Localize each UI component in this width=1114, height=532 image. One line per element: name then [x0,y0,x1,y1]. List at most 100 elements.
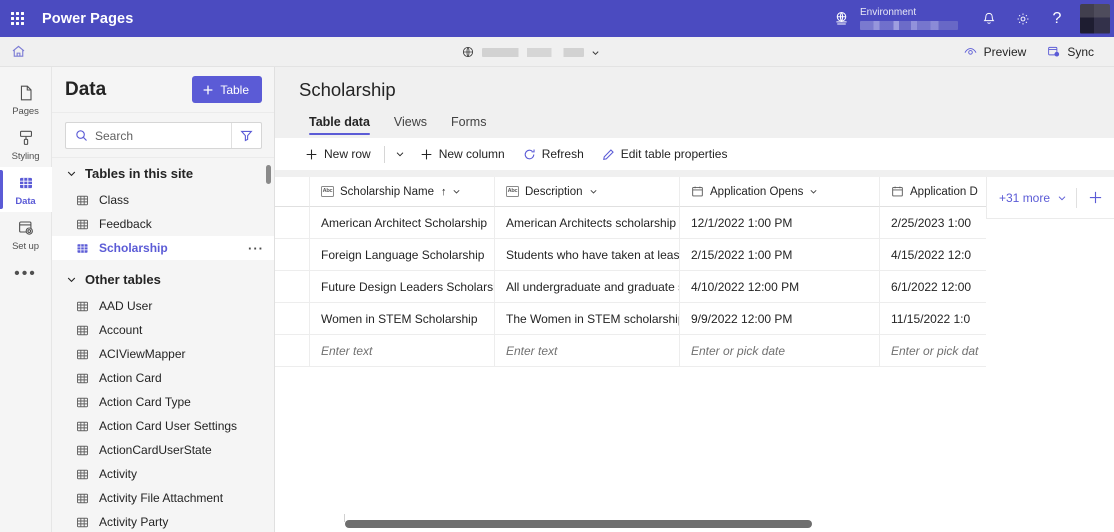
cell-application-opens[interactable]: 12/1/2022 1:00 PM [680,207,880,239]
command-separator [383,145,385,163]
cell-description[interactable]: Students who have taken at least ... [495,239,680,271]
table-item-label: Feedback [99,217,152,231]
table-item-label: Account [99,323,143,337]
cell-description[interactable]: The Women in STEM scholarship i... [495,303,680,335]
chevron-down-icon [396,152,404,157]
cell-application-opens[interactable]: 4/10/2022 12:00 PM [680,271,880,303]
table-icon [77,243,88,253]
add-column-button[interactable] [1077,177,1113,218]
preview-button[interactable]: Preview [955,40,1035,63]
preview-icon [964,48,977,55]
power-pages-app: Power Pages Environment ? Preview Sync P… [0,0,1114,532]
select-all-cell[interactable] [275,177,310,207]
table-item-activity-file-attachment[interactable]: Activity File Attachment [52,486,274,510]
new-row-dropdown-caret[interactable] [390,141,410,167]
rail-item-styling[interactable]: Styling [0,122,52,167]
rail-item-set-up[interactable]: Set up [0,212,52,257]
tables-list-scroll[interactable]: Tables in this site Class Feedback Schol… [52,158,274,532]
table-item-action-card-user-settings[interactable]: Action Card User Settings [52,414,274,438]
rail-item-data[interactable]: Data [0,167,52,212]
tables-list-scrollbar-thumb[interactable] [266,165,271,184]
home-icon[interactable] [0,37,36,67]
chevron-down-icon [590,189,597,194]
group-header-other-tables[interactable]: Other tables [52,260,274,294]
rail-item-pages[interactable]: Pages [0,77,52,122]
avatar[interactable] [1080,3,1110,34]
app-launcher-icon[interactable] [0,0,34,37]
group-header-tables-in-this-site[interactable]: Tables in this site [52,158,274,188]
environment-selector[interactable]: Environment [860,0,958,37]
horizontal-scrollbar[interactable] [275,514,1114,532]
row-select-cell[interactable] [275,207,310,239]
table-icon [77,493,88,503]
plus-icon [1089,191,1101,204]
table-item-action-card-type[interactable]: Action Card Type [52,390,274,414]
preview-label: Preview [983,44,1027,59]
tab-views[interactable]: Views [384,112,437,138]
tab-table-data[interactable]: Table data [299,112,380,138]
table-icon [77,373,88,383]
table-item-overflow-icon[interactable]: ··· [248,241,264,256]
app-brand-title[interactable]: Power Pages [42,11,133,27]
table-item-activity-party[interactable]: Activity Party [52,510,274,532]
search-input[interactable] [95,128,231,143]
help-icon[interactable]: ? [1040,0,1074,37]
settings-icon[interactable] [1006,0,1040,37]
table-item-aad-user[interactable]: AAD User [52,294,274,318]
table-item-label: Action Card [99,371,162,385]
cell-scholarship-name[interactable]: Foreign Language Scholarship [310,239,495,271]
new-row-opens-input[interactable]: Enter or pick date [680,335,880,367]
more-columns-button[interactable]: +31 more [987,177,1076,218]
globe-icon[interactable] [824,0,858,37]
group-title: Other tables [85,272,161,287]
page-title: Scholarship [299,79,396,100]
table-item-account[interactable]: Account [52,318,274,342]
overflow-columns-mask [986,219,1114,532]
cell-description[interactable]: All undergraduate and graduate s... [495,271,680,303]
column-header-application-opens[interactable]: Application Opens [680,177,880,207]
tab-forms[interactable]: Forms [441,112,496,138]
cell-description[interactable]: American Architects scholarship is... [495,207,680,239]
table-item-feedback[interactable]: Feedback [52,212,274,236]
column-header-scholarship-name[interactable]: Abc Scholarship Name ↑ [310,177,495,207]
new-row-description-input[interactable]: Enter text [495,335,680,367]
new-row-button[interactable]: New row [297,141,379,167]
cell-application-opens[interactable]: 9/9/2022 12:00 PM [680,303,880,335]
refresh-button[interactable]: Refresh [515,141,592,167]
cell-scholarship-name[interactable]: American Architect Scholarship [310,207,495,239]
row-select-cell[interactable] [275,271,310,303]
refresh-icon [524,148,535,159]
text-type-icon: Abc [321,186,334,197]
more-columns-panel: +31 more [986,177,1114,219]
rail-overflow-icon[interactable]: ••• [0,257,52,291]
table-item-action-card[interactable]: Action Card [52,366,274,390]
new-column-button[interactable]: New column [412,141,513,167]
row-select-cell[interactable] [275,303,310,335]
search-box[interactable] [65,122,262,149]
row-select-cell[interactable] [275,335,310,367]
column-header-description[interactable]: Abc Description [495,177,680,207]
row-select-cell[interactable] [275,239,310,271]
notifications-icon[interactable] [972,0,1006,37]
horizontal-scrollbar-thumb[interactable] [345,520,812,528]
table-item-class[interactable]: Class [52,188,274,212]
edit-table-properties-button[interactable]: Edit table properties [594,141,736,167]
filter-icon[interactable] [231,123,261,148]
table-item-scholarship[interactable]: Scholarship ··· [52,236,274,260]
cell-application-opens[interactable]: 2/15/2022 1:00 PM [680,239,880,271]
cell-scholarship-name[interactable]: Women in STEM Scholarship [310,303,495,335]
brush-icon [19,130,32,145]
main-header: Scholarship Table data Views Forms [275,67,1114,138]
left-rail: Pages Styling Data Set up ••• [0,67,52,532]
new-row-name-input[interactable]: Enter text [310,335,495,367]
table-item-actioncarduserstate[interactable]: ActionCardUserState [52,438,274,462]
new-column-label: New column [438,147,505,161]
cell-scholarship-name[interactable]: Future Design Leaders Scholarship [310,271,495,303]
site-toolbar-actions: Preview Sync [955,40,1114,63]
table-item-aciviewmapper[interactable]: ACIViewMapper [52,342,274,366]
sync-button[interactable]: Sync [1038,40,1102,63]
new-table-button[interactable]: Table [192,76,262,103]
top-bar-right-cluster: Environment ? [820,0,1114,37]
site-selector[interactable] [455,37,606,67]
table-item-activity[interactable]: Activity [52,462,274,486]
